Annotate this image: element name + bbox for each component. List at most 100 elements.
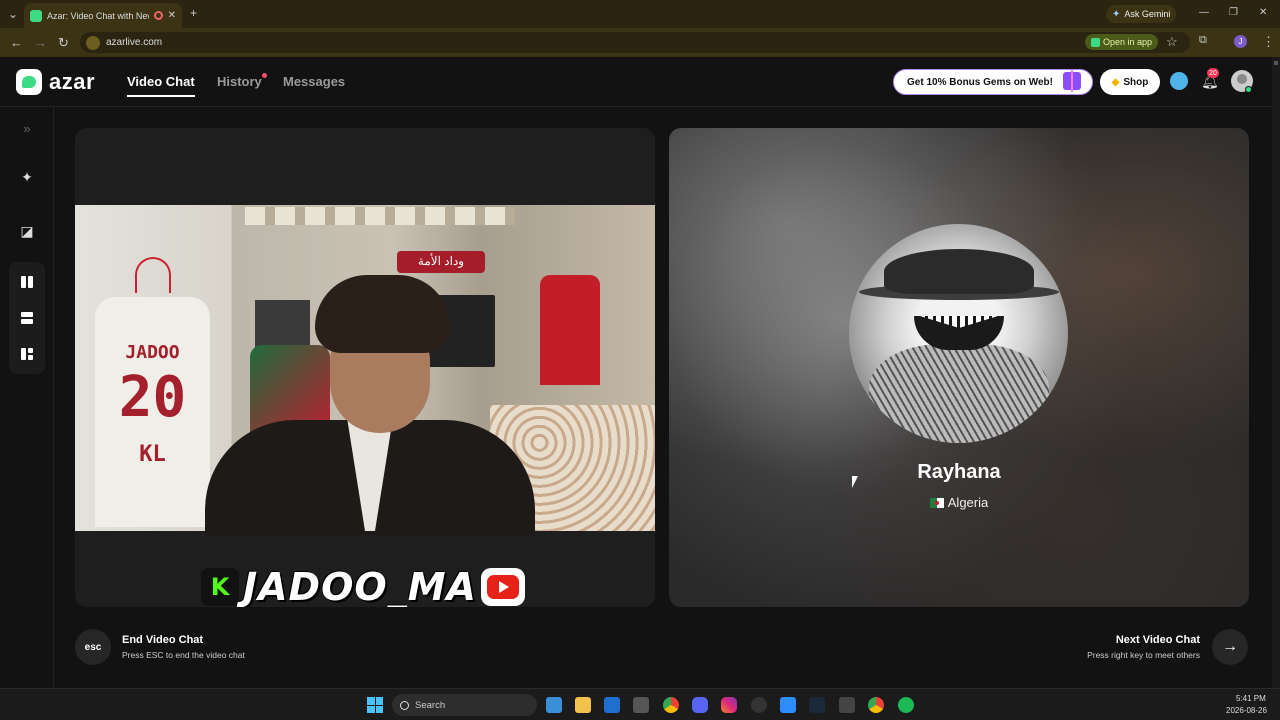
tab-close-icon[interactable]: ✕ bbox=[168, 10, 176, 21]
shop-button[interactable]: ◆ Shop bbox=[1100, 69, 1160, 95]
wall-banner-text: وداد الأمة bbox=[417, 254, 465, 268]
tab-search-chevron-icon[interactable]: ⌄ bbox=[8, 7, 18, 21]
algeria-flag-icon bbox=[929, 497, 944, 508]
discord-icon[interactable] bbox=[692, 697, 708, 713]
reload-icon[interactable]: ↻ bbox=[58, 35, 69, 51]
back-arrow-icon[interactable]: ← bbox=[10, 35, 23, 50]
jersey-extra-text: KL bbox=[139, 442, 166, 467]
nav-history[interactable]: History bbox=[217, 74, 262, 89]
ask-gemini-button[interactable]: ✦ Ask Gemini bbox=[1106, 5, 1177, 23]
next-chat-button[interactable]: → bbox=[1212, 629, 1248, 665]
azar-logo-icon[interactable] bbox=[16, 69, 42, 95]
recording-indicator-icon bbox=[153, 11, 163, 20]
chrome-icon[interactable] bbox=[663, 697, 679, 713]
chat-bubble-icon[interactable] bbox=[1170, 72, 1188, 90]
app-icon[interactable] bbox=[839, 697, 855, 713]
layout-grid-icon[interactable] bbox=[21, 348, 33, 360]
open-in-app-button[interactable]: Open in app bbox=[1085, 34, 1159, 50]
nav-video-chat[interactable]: Video Chat bbox=[127, 74, 195, 89]
window-minimize-button[interactable]: — bbox=[1199, 7, 1209, 18]
forward-arrow-icon[interactable]: → bbox=[34, 35, 47, 50]
nav-messages[interactable]: Messages bbox=[283, 74, 345, 89]
sticker-icon[interactable]: ◪ bbox=[19, 223, 35, 239]
windows-start-icon[interactable] bbox=[367, 697, 383, 713]
address-bar[interactable]: azarlive.com bbox=[80, 32, 1190, 53]
partner-country-row: Algeria bbox=[669, 495, 1249, 510]
sidebar-expand-icon[interactable]: » bbox=[19, 121, 35, 137]
jersey-number-text: 20 bbox=[118, 365, 187, 430]
notification-count-badge: 20 bbox=[1207, 68, 1219, 78]
site-info-icon[interactable] bbox=[86, 35, 100, 50]
person-hair bbox=[315, 275, 450, 353]
open-app-icon bbox=[1091, 37, 1100, 47]
azar-favicon-icon bbox=[30, 9, 42, 22]
mouse-cursor-icon bbox=[852, 476, 858, 488]
outlook-icon[interactable] bbox=[604, 697, 620, 713]
partner-avatar[interactable] bbox=[849, 224, 1068, 443]
spotify-icon[interactable] bbox=[898, 697, 914, 713]
obs-icon[interactable] bbox=[751, 697, 767, 713]
steam-icon[interactable] bbox=[809, 697, 825, 713]
instagram-icon[interactable] bbox=[721, 697, 737, 713]
wall-photos bbox=[245, 207, 515, 225]
search-icon bbox=[400, 700, 409, 710]
azar-logo-text[interactable]: azar bbox=[49, 69, 95, 95]
taskbar-date[interactable]: 2026-08-26 bbox=[1226, 706, 1267, 715]
ask-gemini-label: Ask Gemini bbox=[1124, 9, 1171, 19]
red-shirt bbox=[540, 275, 600, 385]
zoom-icon[interactable] bbox=[780, 697, 796, 713]
end-chat-button[interactable]: esc bbox=[75, 629, 111, 665]
left-sidebar: » ✦ ◪ bbox=[0, 107, 54, 688]
kick-logo-icon: K bbox=[201, 568, 239, 606]
avatar-cloak bbox=[869, 344, 1049, 443]
bonus-gems-label: Get 10% Bonus Gems on Web! bbox=[907, 76, 1053, 88]
tab-title: Azar: Video Chat with New bbox=[47, 10, 149, 21]
page-scrollbar[interactable] bbox=[1272, 57, 1280, 688]
taskbar-search-label: Search bbox=[415, 699, 446, 711]
browser-menu-icon[interactable]: ⋮ bbox=[1262, 34, 1275, 50]
partner-video-panel: Rayhana Algeria bbox=[669, 128, 1249, 607]
avatar-hat bbox=[884, 249, 1034, 294]
window-close-button[interactable]: ✕ bbox=[1259, 7, 1267, 18]
open-in-app-label: Open in app bbox=[1103, 37, 1153, 47]
taskbar-search[interactable]: Search bbox=[392, 694, 537, 716]
bookmark-star-icon[interactable]: ☆ bbox=[1166, 34, 1178, 50]
streamer-overlay: K JADOO_MA bbox=[201, 565, 525, 607]
online-status-dot bbox=[1245, 86, 1252, 93]
layout-stacked-icon[interactable] bbox=[21, 312, 33, 324]
hanger bbox=[135, 257, 171, 293]
self-video-panel: JADOO 20 KL وداد الأمة K JADOO_MA bbox=[75, 128, 655, 607]
new-tab-button[interactable]: + bbox=[190, 6, 197, 20]
wall-banner: وداد الأمة bbox=[397, 251, 485, 273]
next-chat-hint: Press right key to meet others bbox=[1087, 650, 1200, 660]
gemini-spark-icon: ✦ bbox=[1112, 8, 1121, 20]
extensions-puzzle-icon[interactable]: ⧉ bbox=[1199, 34, 1207, 47]
end-chat-title[interactable]: End Video Chat bbox=[122, 634, 203, 646]
partner-name: Rayhana bbox=[917, 461, 1001, 483]
browser-tab-azar[interactable]: Azar: Video Chat with New ✕ bbox=[24, 3, 182, 28]
chrome-active-icon[interactable] bbox=[868, 697, 884, 713]
self-camera-feed: JADOO 20 KL وداد الأمة bbox=[75, 205, 655, 535]
widgets-icon[interactable] bbox=[546, 697, 562, 713]
layout-switcher bbox=[9, 262, 45, 374]
gift-icon bbox=[1063, 70, 1081, 92]
youtube-logo-icon bbox=[480, 568, 525, 606]
active-nav-underline bbox=[127, 95, 195, 97]
streamer-name: JADOO_MA bbox=[243, 565, 477, 607]
profile-icon[interactable]: J bbox=[1234, 35, 1247, 48]
gem-icon: ◆ bbox=[1111, 76, 1120, 88]
taskbar-time[interactable]: 5:41 PM bbox=[1236, 694, 1266, 703]
windows-taskbar: Search bbox=[0, 688, 1280, 720]
store-icon[interactable] bbox=[633, 697, 649, 713]
next-chat-title[interactable]: Next Video Chat bbox=[1116, 634, 1200, 646]
jersey: JADOO 20 KL bbox=[95, 297, 210, 527]
end-chat-hint: Press ESC to end the video chat bbox=[122, 650, 245, 660]
file-explorer-icon[interactable] bbox=[575, 697, 591, 713]
url-text: azarlive.com bbox=[106, 37, 163, 48]
window-restore-button[interactable]: ❐ bbox=[1229, 7, 1238, 18]
layout-side-by-side-icon[interactable] bbox=[21, 276, 33, 288]
app-header: azar Video Chat History Messages Get 10%… bbox=[0, 57, 1280, 107]
browser-tab-strip: ⌄ Azar: Video Chat with New ✕ + ✦ Ask Ge… bbox=[0, 0, 1280, 28]
magic-wand-icon[interactable]: ✦ bbox=[19, 169, 35, 185]
history-unread-dot bbox=[262, 73, 267, 78]
